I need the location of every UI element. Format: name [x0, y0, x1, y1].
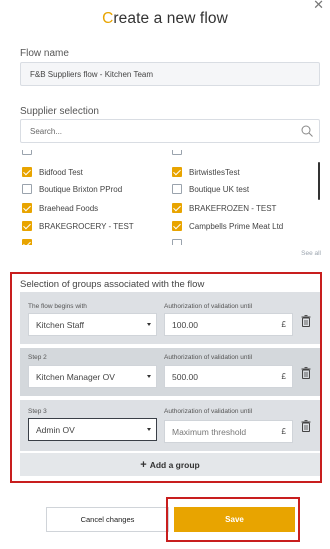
authorization-amount-placeholder: Maximum threshold [172, 426, 247, 437]
supplier-item[interactable]: Boutique Brixton PProd [22, 184, 122, 194]
authorization-amount-input[interactable]: Maximum threshold £ [164, 420, 293, 443]
supplier-checkbox[interactable] [22, 203, 32, 213]
supplier-checkbox[interactable] [172, 184, 182, 194]
supplier-label: BRAKEGROCERY - TEST [39, 221, 134, 231]
supplier-selection-label: Supplier selection [20, 106, 99, 117]
page-title: Create a new flow [0, 10, 330, 28]
supplier-search-placeholder: Search... [30, 126, 63, 136]
currency-symbol: £ [281, 320, 286, 329]
supplier-item[interactable]: BirtwistlesTest [172, 167, 240, 177]
group-select-value: Kitchen Manager OV [36, 371, 115, 382]
supplier-item-partial[interactable] [22, 150, 39, 155]
supplier-checkbox[interactable] [172, 203, 182, 213]
trash-icon[interactable] [301, 420, 311, 432]
supplier-label: Boutique UK test [189, 184, 250, 194]
currency-symbol: £ [281, 427, 286, 436]
step-label: Step 3 [28, 408, 47, 415]
trash-icon[interactable] [301, 367, 311, 379]
supplier-checkbox[interactable] [22, 239, 32, 245]
supplier-label: BirtwistlesTest [189, 167, 240, 177]
title-first-letter: C [102, 10, 114, 27]
supplier-list: Bidfood Test BirtwistlesTest Boutique Br… [20, 150, 320, 245]
supplier-checkbox[interactable] [22, 221, 32, 231]
supplier-item[interactable]: Campbells Prime Meat Ltd [172, 221, 283, 231]
group-select[interactable]: Kitchen Staff [28, 313, 157, 336]
cancel-changes-button[interactable]: Cancel changes [46, 507, 169, 532]
title-rest: reate a new flow [113, 10, 228, 27]
supplier-item[interactable]: Bidfood Test [22, 167, 83, 177]
search-icon[interactable] [301, 125, 313, 137]
supplier-checkbox[interactable] [22, 184, 32, 194]
step-label: The flow begins with [28, 303, 87, 310]
authorization-amount-input[interactable]: 100.00 £ [164, 313, 293, 336]
authorization-amount-input[interactable]: 500.00 £ [164, 365, 293, 388]
flow-name-value: F&B Suppliers flow - Kitchen Team [30, 69, 154, 79]
flow-step-2: Step 2 Authorization of validation until… [20, 348, 320, 396]
supplier-label: Braehead Foods [39, 203, 99, 213]
supplier-list-scrollbar[interactable] [318, 162, 320, 200]
supplier-item[interactable]: Braehead Foods [22, 203, 98, 213]
currency-symbol: £ [281, 372, 286, 381]
see-all-link[interactable]: See all [301, 250, 321, 257]
supplier-checkbox[interactable] [172, 221, 182, 231]
authorization-amount-value: 100.00 [172, 319, 198, 330]
flow-name-input[interactable]: F&B Suppliers flow - Kitchen Team [20, 62, 320, 86]
trash-icon[interactable] [301, 315, 311, 327]
authorization-label: Authorization of validation until [164, 303, 253, 310]
supplier-label: Bidfood Test [39, 167, 83, 177]
caret-down-icon [147, 323, 151, 326]
supplier-item-partial[interactable] [22, 239, 39, 245]
authorization-label: Authorization of validation until [164, 408, 253, 415]
supplier-item[interactable]: Boutique UK test [172, 184, 249, 194]
supplier-label: BRAKEFROZEN - TEST [189, 203, 277, 213]
plus-icon: + [140, 458, 147, 471]
group-select[interactable]: Admin OV [28, 418, 157, 441]
supplier-label: Campbells Prime Meat Ltd [189, 221, 284, 231]
supplier-search-input[interactable]: Search... [20, 119, 320, 143]
group-select-value: Kitchen Staff [36, 319, 85, 330]
flow-name-label: Flow name [20, 48, 69, 59]
add-group-label: Add a group [149, 459, 200, 470]
flow-step-3: Step 3 Authorization of validation until… [20, 400, 320, 451]
step-label: Step 2 [28, 354, 47, 361]
supplier-checkbox[interactable] [22, 150, 32, 155]
close-icon[interactable]: ✕ [313, 0, 324, 11]
supplier-checkbox[interactable] [172, 150, 182, 155]
supplier-checkbox[interactable] [172, 239, 182, 245]
supplier-label: Boutique Brixton PProd [39, 184, 123, 194]
group-select-value: Admin OV [36, 424, 75, 435]
group-select[interactable]: Kitchen Manager OV [28, 365, 157, 388]
authorization-label: Authorization of validation until [164, 354, 253, 361]
supplier-checkbox[interactable] [172, 167, 182, 177]
save-button[interactable]: Save [174, 507, 295, 532]
supplier-item[interactable]: BRAKEGROCERY - TEST [22, 221, 134, 231]
authorization-amount-value: 500.00 [172, 371, 198, 382]
flow-step-1: The flow begins with Authorization of va… [20, 292, 320, 344]
supplier-item-partial[interactable] [172, 150, 189, 155]
supplier-checkbox[interactable] [22, 167, 32, 177]
groups-section-title: Selection of groups associated with the … [20, 279, 205, 290]
add-group-button[interactable]: + Add a group [20, 453, 320, 476]
supplier-item-partial[interactable] [172, 239, 189, 245]
caret-down-icon [147, 375, 151, 378]
supplier-item[interactable]: BRAKEFROZEN - TEST [172, 203, 276, 213]
caret-down-icon [147, 428, 151, 431]
